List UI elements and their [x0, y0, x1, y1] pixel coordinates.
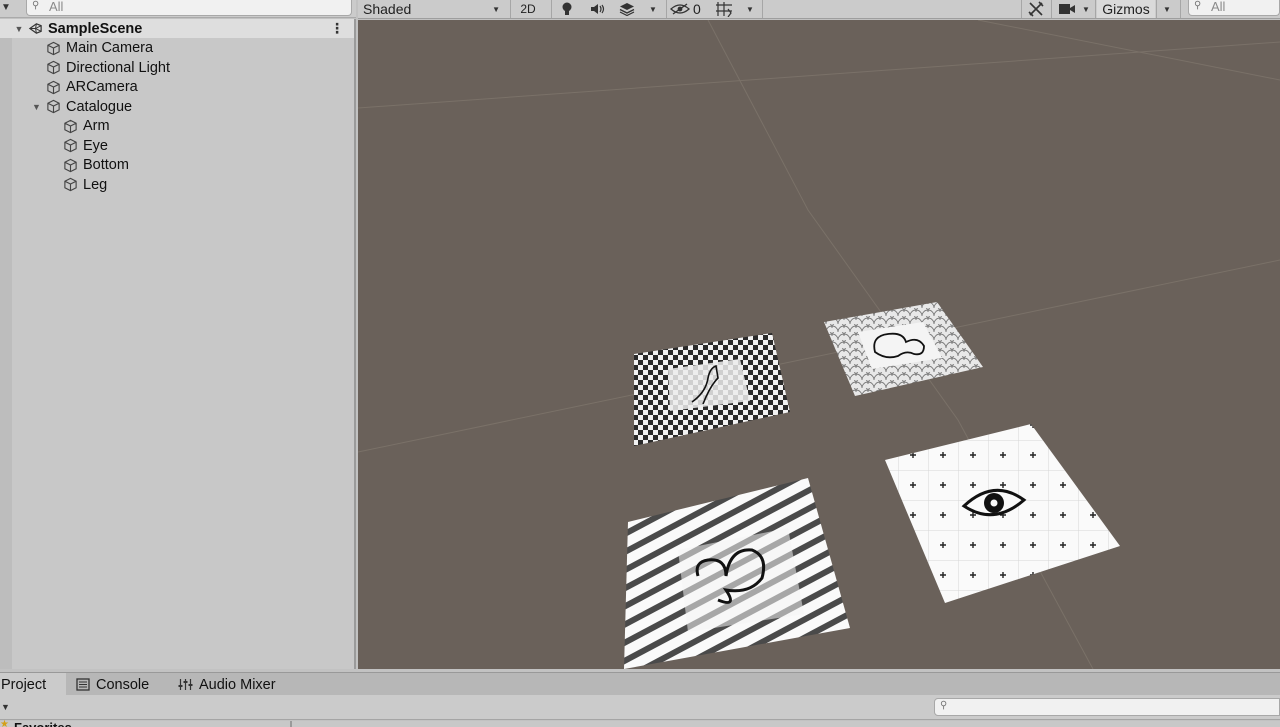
tree-item-label: ARCamera — [66, 79, 138, 96]
scene-toolbar: Shaded ▼ 2D ▼ 0 ▼ ▼ Gizmos ▼ ⚲ All — [358, 0, 1280, 19]
scene-name: SampleScene — [48, 20, 143, 37]
chevron-down-icon: ▼ — [649, 4, 657, 14]
cube-icon — [47, 100, 60, 114]
tree-item-arm[interactable]: Arm — [49, 117, 110, 137]
search-icon: ⚲ — [940, 700, 948, 711]
tree-item-directional-light[interactable]: Directional Light — [32, 58, 170, 78]
create-dropdown-icon[interactable]: ▼ — [1, 702, 10, 712]
camera-icon — [1059, 4, 1075, 14]
unity-editor: ▼ ⚲ All ⋮ ▼ SampleScene Main Camera Dire… — [0, 0, 1280, 727]
tree-item-label: Arm — [83, 118, 110, 135]
chevron-down-icon: ▼ — [746, 4, 754, 14]
gizmos-dropdown[interactable]: ▼ — [1158, 0, 1176, 18]
cube-icon — [64, 139, 77, 153]
tab-label: Audio Mixer — [199, 676, 276, 693]
draw-mode-dropdown[interactable]: Shaded ▼ — [358, 0, 506, 18]
sliders-icon — [178, 679, 193, 690]
favorites-label[interactable]: Favorites — [14, 721, 72, 727]
tree-item-main-camera[interactable]: Main Camera — [32, 39, 153, 59]
gizmos-button[interactable]: Gizmos — [1097, 0, 1155, 18]
2d-toggle-button[interactable]: 2D — [513, 0, 543, 18]
bottom-tab-bar: Project Console Audio Mixer — [0, 672, 1280, 696]
audio-toggle-button[interactable] — [584, 0, 610, 18]
cube-icon — [47, 61, 60, 75]
speaker-icon — [591, 4, 605, 14]
chevron-down-icon: ▼ — [1082, 4, 1090, 14]
grid-dropdown[interactable]: ▼ — [740, 0, 760, 18]
layers-icon — [619, 3, 635, 16]
unity-scene-icon — [28, 23, 42, 35]
tab-label: Console — [96, 676, 150, 693]
hierarchy-search-placeholder: All — [49, 0, 64, 14]
star-icon: ★ — [0, 719, 9, 727]
scene-menu-icon[interactable]: ⋮ — [330, 20, 344, 36]
grid-toggle-button[interactable] — [710, 0, 738, 18]
camera-dropdown[interactable]: ▼ — [1079, 0, 1093, 18]
hierarchy-toolbar: ▼ ⚲ All — [0, 0, 356, 18]
bottom-plane[interactable] — [624, 478, 850, 669]
cube-icon — [64, 178, 77, 192]
hidden-count: 0 — [693, 1, 701, 17]
tree-item-arcamera[interactable]: ARCamera — [32, 78, 138, 98]
cube-icon — [64, 119, 77, 133]
hierarchy-gutter — [0, 19, 12, 669]
cube-icon — [47, 41, 60, 55]
tree-item-label: Directional Light — [66, 59, 170, 76]
tree-item-label: Catalogue — [66, 98, 133, 115]
leg-plane[interactable] — [824, 302, 983, 396]
scene-viewport[interactable] — [358, 20, 1280, 669]
panel-divider[interactable] — [290, 721, 292, 727]
tree-item-eye[interactable]: Eye — [49, 136, 108, 156]
tools-icon — [1028, 1, 1044, 17]
scene-search-placeholder: All — [1211, 0, 1226, 14]
2d-label: 2D — [520, 2, 536, 16]
cube-icon — [64, 158, 77, 172]
tab-console[interactable]: Console — [76, 673, 149, 696]
console-icon — [76, 678, 90, 691]
tools-button[interactable] — [1024, 0, 1048, 18]
expand-arrow-icon[interactable]: ▼ — [27, 102, 46, 112]
draw-mode-label: Shaded — [363, 1, 412, 17]
expand-arrow-icon[interactable]: ▼ — [12, 24, 26, 34]
cube-icon — [47, 80, 60, 94]
scene-search-input[interactable]: ⚲ All — [1188, 0, 1280, 16]
lightbulb-icon — [562, 2, 572, 15]
chevron-down-icon: ▼ — [492, 4, 500, 14]
tree-item-label: Leg — [83, 176, 108, 193]
chevron-down-icon: ▼ — [1163, 4, 1171, 14]
hierarchy-search-input[interactable]: ⚲ All — [26, 0, 352, 16]
lighting-toggle-button[interactable] — [554, 0, 580, 18]
eye-plane[interactable] — [885, 424, 1120, 603]
grid-icon — [716, 2, 732, 17]
tree-item-label: Eye — [83, 137, 108, 154]
gizmos-label: Gizmos — [1102, 1, 1150, 17]
project-search-input[interactable]: ⚲ — [934, 698, 1280, 716]
effects-toggle-button[interactable] — [614, 0, 640, 18]
arm-plane[interactable] — [634, 333, 790, 446]
project-content: ★ Favorites — [0, 719, 1280, 727]
scene-view[interactable] — [358, 20, 1280, 669]
tree-item-leg[interactable]: Leg — [49, 175, 107, 195]
hierarchy-panel: ⋮ ▼ SampleScene Main Camera Directional … — [0, 19, 356, 669]
camera-settings-button[interactable] — [1055, 0, 1079, 18]
tab-label: Project — [1, 676, 47, 693]
tree-item-label: Main Camera — [66, 40, 154, 57]
tree-item-catalogue[interactable]: ▼ Catalogue — [27, 97, 132, 117]
eye-slash-icon — [670, 3, 690, 15]
tab-project[interactable]: Project — [0, 673, 66, 696]
tree-item-bottom[interactable]: Bottom — [49, 156, 129, 176]
create-dropdown-icon[interactable]: ▼ — [1, 2, 11, 13]
tree-item-label: Bottom — [83, 157, 129, 174]
tree-item-samplescene[interactable]: ▼ SampleScene — [12, 19, 143, 39]
hidden-objects-toggle[interactable]: 0 — [670, 0, 708, 18]
project-toolbar: ▼ ⚲ — [0, 695, 1280, 720]
search-icon: ⚲ — [32, 0, 40, 11]
effects-dropdown[interactable]: ▼ — [644, 0, 662, 18]
tab-audio-mixer[interactable]: Audio Mixer — [178, 673, 276, 696]
search-icon: ⚲ — [1194, 0, 1202, 11]
